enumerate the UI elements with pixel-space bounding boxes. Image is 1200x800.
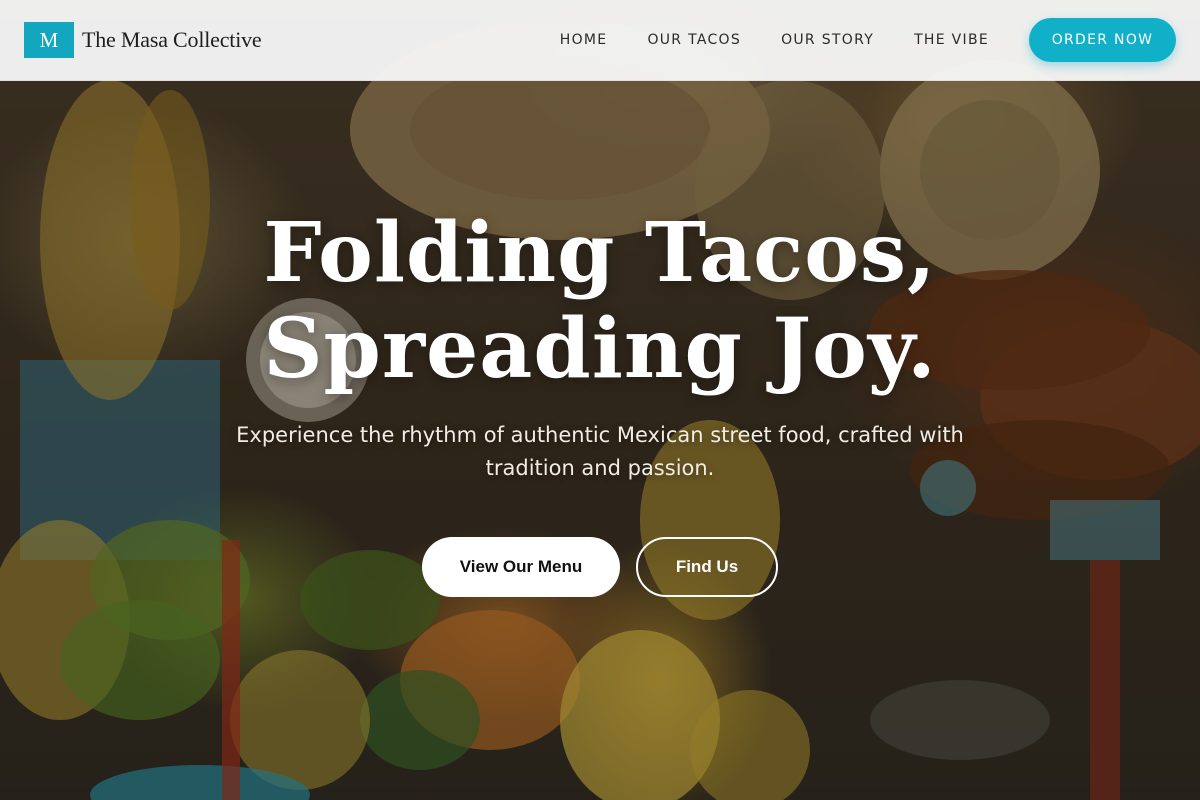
hero-title-line-1: Folding Tacos, bbox=[263, 205, 937, 301]
find-us-button[interactable]: Find Us bbox=[636, 537, 778, 597]
logo-mark-icon: M bbox=[24, 22, 74, 58]
hero-title: Folding Tacos, Spreading Joy. bbox=[0, 205, 1200, 397]
order-now-button[interactable]: ORDER NOW bbox=[1029, 18, 1176, 62]
view-menu-button[interactable]: View Our Menu bbox=[422, 537, 620, 597]
hero-button-group: View Our Menu Find Us bbox=[0, 537, 1200, 597]
hero-subtitle: Experience the rhythm of authentic Mexic… bbox=[236, 423, 964, 480]
brand-logo[interactable]: M The Masa Collective bbox=[24, 22, 262, 58]
brand-name: The Masa Collective bbox=[82, 27, 262, 52]
nav-link-our-tacos[interactable]: OUR TACOS bbox=[647, 32, 741, 48]
hero-section: Folding Tacos, Spreading Joy. Experience… bbox=[0, 205, 1200, 597]
nav-link-home[interactable]: HOME bbox=[560, 32, 608, 48]
nav-link-the-vibe[interactable]: THE VIBE bbox=[914, 32, 989, 48]
hero-title-line-2: Spreading Joy. bbox=[263, 301, 937, 397]
site-header: M The Masa Collective HOME OUR TACOS OUR… bbox=[0, 0, 1200, 81]
main-nav: HOME OUR TACOS OUR STORY THE VIBE ORDER … bbox=[560, 18, 1176, 62]
nav-link-our-story[interactable]: OUR STORY bbox=[781, 32, 874, 48]
